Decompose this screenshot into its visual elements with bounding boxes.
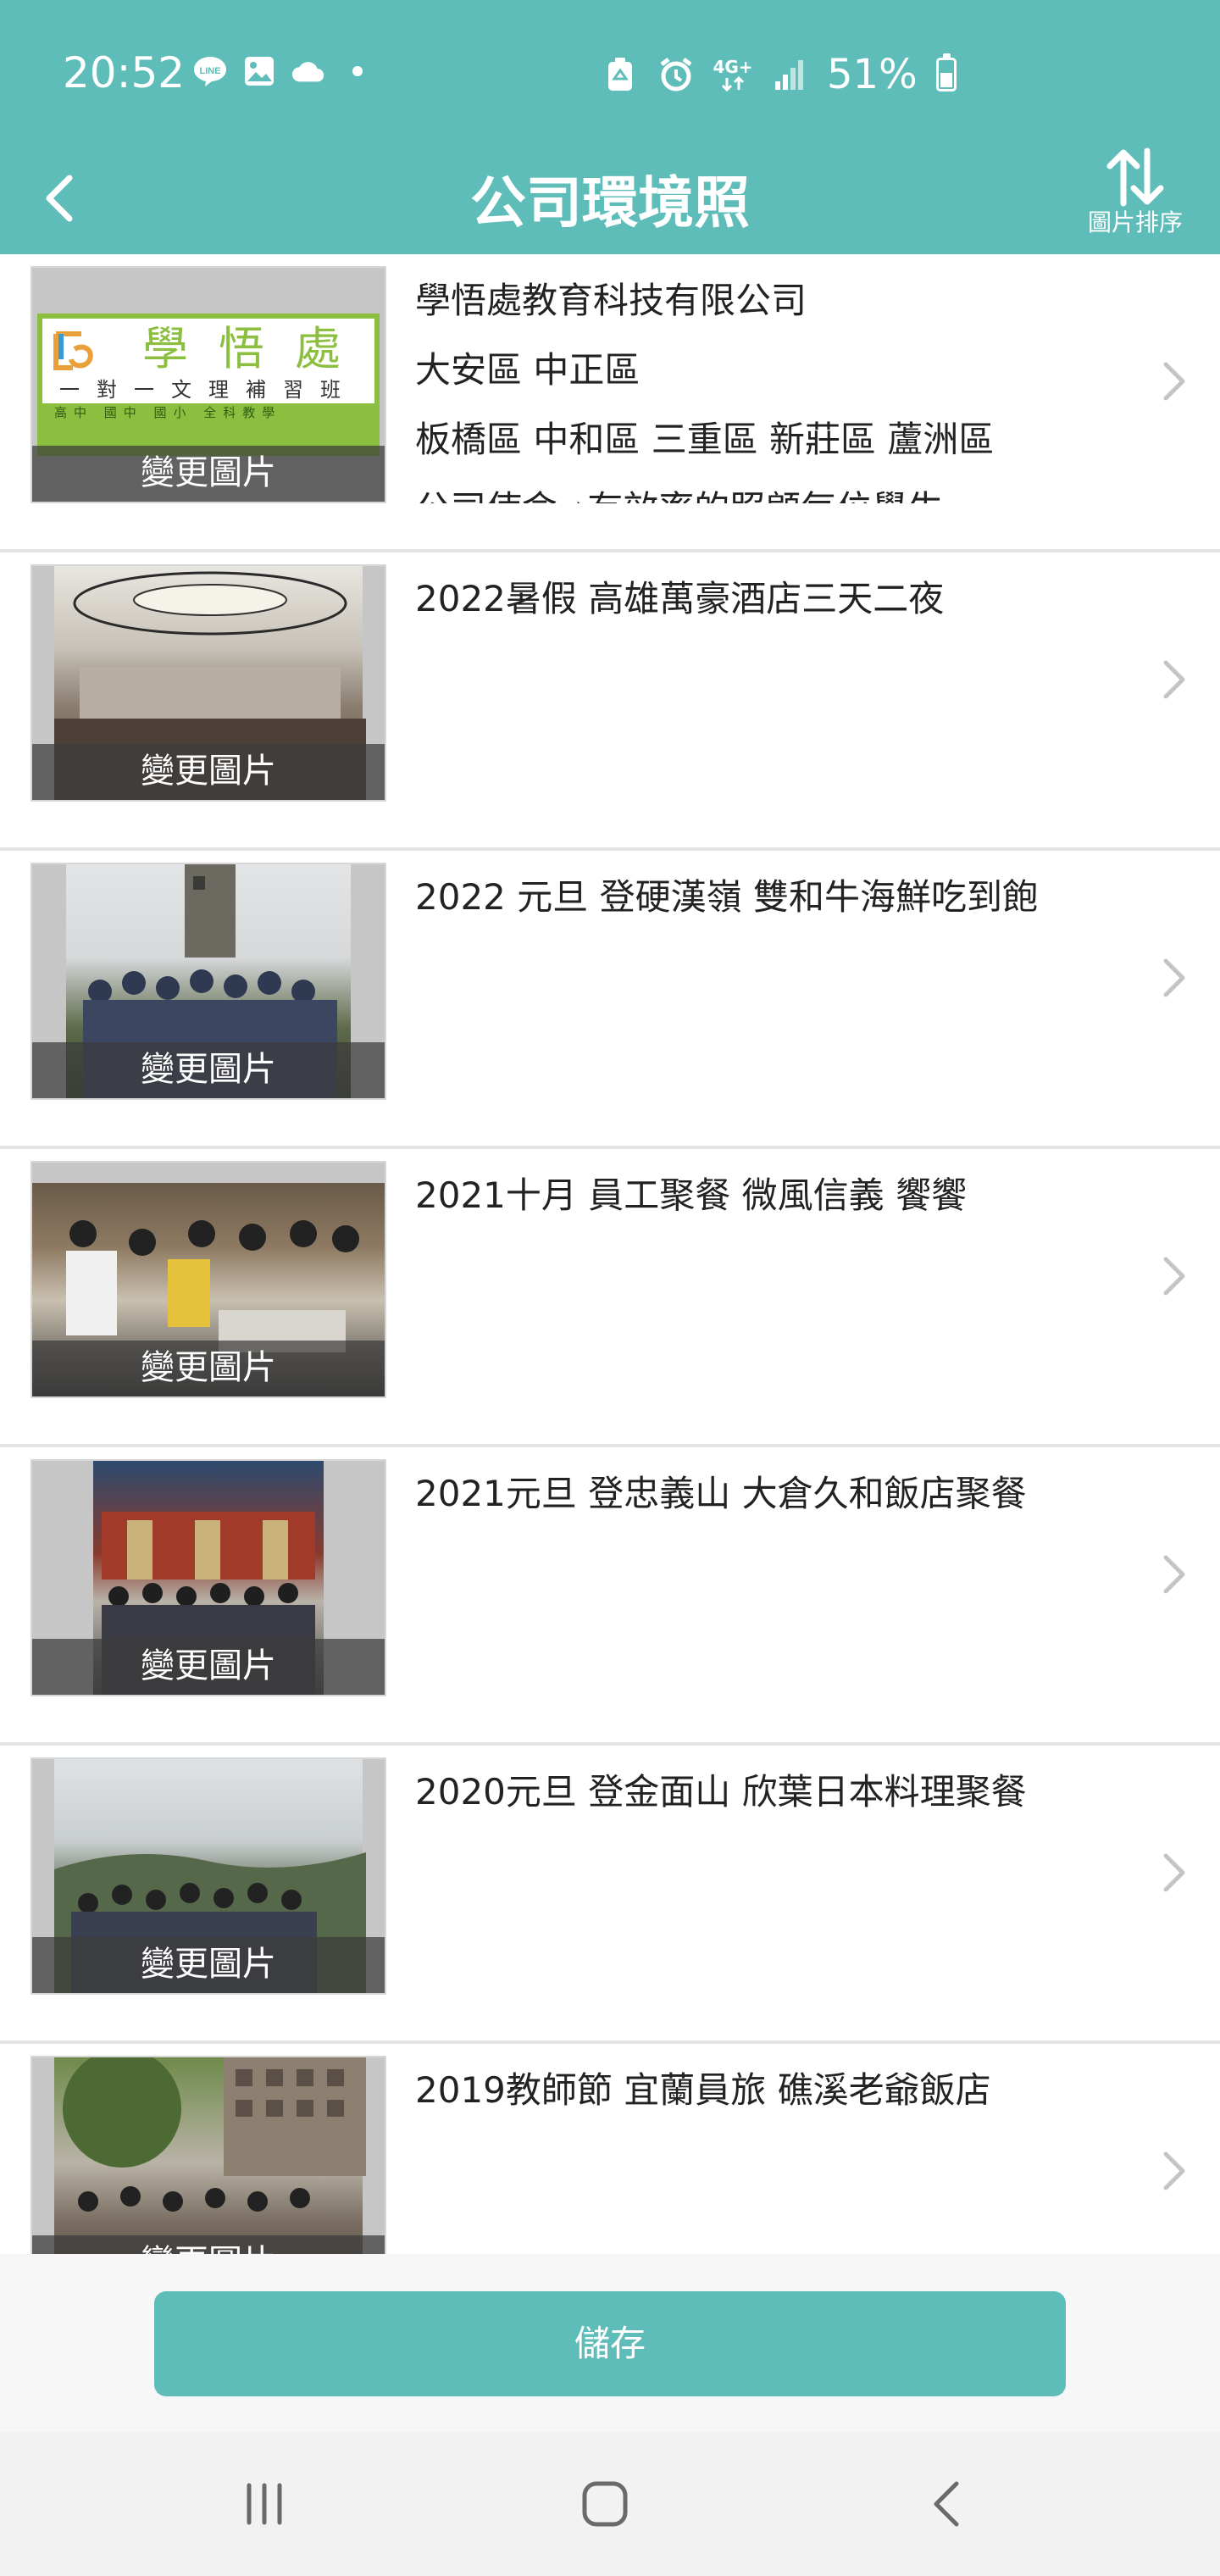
status-time: 20:52 bbox=[63, 48, 186, 97]
chevron-right-icon bbox=[1163, 1257, 1185, 1296]
thumbnail[interactable]: 變更圖片 bbox=[30, 1757, 386, 1995]
row-description: 2019教師節 宜蘭員旅 礁溪老爺飯店 bbox=[415, 2056, 1127, 2254]
change-image-button[interactable]: 變更圖片 bbox=[32, 744, 385, 800]
4g-icon: 4G+ bbox=[713, 56, 753, 93]
system-status-icons: 4G+ 51% bbox=[602, 51, 957, 98]
thumbnail[interactable]: 變更圖片 bbox=[30, 863, 386, 1100]
row-description: 2022 元旦 登硬漢嶺 雙和牛海鮮吃到飽 bbox=[415, 863, 1127, 1100]
row-description: 2022暑假 高雄萬豪酒店三天二夜 bbox=[415, 564, 1127, 802]
battery-percent: 51% bbox=[827, 51, 918, 98]
app-header: 公司環境照 圖片排序 bbox=[0, 144, 1220, 254]
gallery-icon bbox=[241, 53, 278, 90]
list-item[interactable]: 變更圖片 2021十月 員工聚餐 微風信義 饗饗 bbox=[0, 1149, 1220, 1447]
change-image-button[interactable]: 變更圖片 bbox=[32, 2235, 385, 2254]
change-image-button[interactable]: 變更圖片 bbox=[32, 1639, 385, 1695]
change-image-button[interactable]: 變更圖片 bbox=[32, 1341, 385, 1396]
row-title: 2019教師節 宜蘭員旅 礁溪老爺飯店 bbox=[415, 2069, 991, 2111]
logo-panel: 學悟處 一對一文理補習班 bbox=[42, 319, 374, 403]
thumbnail[interactable]: 變更圖片 bbox=[30, 1161, 386, 1398]
list-item[interactable]: 變更圖片 2019教師節 宜蘭員旅 礁溪老爺飯店 bbox=[0, 2044, 1220, 2254]
notification-icons: LINE bbox=[191, 53, 376, 90]
alarm-icon bbox=[657, 56, 695, 93]
recent-apps-button[interactable] bbox=[214, 2466, 315, 2542]
logo-brand-text: 學悟處 bbox=[142, 322, 371, 375]
system-nav-bar bbox=[0, 2432, 1220, 2576]
company-logo-image: 學悟處 一對一文理補習班 高中 國中 國小 全科教學 bbox=[37, 314, 380, 456]
chevron-right-icon bbox=[1163, 2151, 1185, 2190]
list-item[interactable]: 變更圖片 2021元旦 登忠義山 大倉久和飯店聚餐 bbox=[0, 1447, 1220, 1746]
list-item[interactable]: 變更圖片 2020元旦 登金面山 欣葉日本料理聚餐 bbox=[0, 1746, 1220, 2044]
thumbnail[interactable]: 變更圖片 bbox=[30, 2056, 386, 2254]
row-title: 2022 元旦 登硬漢嶺 雙和牛海鮮吃到飽 bbox=[415, 876, 1038, 918]
row-description: 學悟處教育科技有限公司 大安區 中正區 板橋區 中和區 三重區 新莊區 蘆洲區 … bbox=[415, 266, 1127, 503]
chevron-right-icon bbox=[1163, 660, 1185, 699]
system-back-button[interactable] bbox=[895, 2466, 996, 2542]
row-description: 2021元旦 登忠義山 大倉久和飯店聚餐 bbox=[415, 1459, 1127, 1696]
svg-text:LINE: LINE bbox=[199, 66, 220, 76]
change-image-button[interactable]: 變更圖片 bbox=[32, 1937, 385, 1993]
home-button[interactable] bbox=[554, 2466, 656, 2542]
sort-label: 圖片排序 bbox=[1087, 208, 1183, 236]
battery-icon bbox=[935, 53, 957, 92]
logo-mark-icon bbox=[49, 325, 100, 376]
list-item[interactable]: 變更圖片 2022暑假 高雄萬豪酒店三天二夜 bbox=[0, 552, 1220, 851]
list-item[interactable]: 學悟處 一對一文理補習班 高中 國中 國小 全科教學 變更圖片 學悟處教育科技有… bbox=[0, 254, 1220, 552]
photo-list: 學悟處 一對一文理補習班 高中 國中 國小 全科教學 變更圖片 學悟處教育科技有… bbox=[0, 254, 1220, 2254]
chevron-right-icon bbox=[1163, 958, 1185, 997]
row-title: 2020元旦 登金面山 欣葉日本料理聚餐 bbox=[415, 1771, 1027, 1813]
signal-icon bbox=[771, 56, 808, 93]
row-title: 2021元旦 登忠義山 大倉久和飯店聚餐 bbox=[415, 1473, 1027, 1514]
thumbnail[interactable]: 變更圖片 bbox=[30, 1459, 386, 1696]
back-icon bbox=[934, 2481, 959, 2527]
chevron-right-icon bbox=[1163, 362, 1185, 401]
row-title: 學悟處教育科技有限公司 bbox=[415, 280, 807, 321]
row-subtitle: 大安區 中正區 bbox=[415, 349, 640, 391]
row-description: 2021十月 員工聚餐 微風信義 饗饗 bbox=[415, 1161, 1127, 1398]
change-image-button[interactable]: 變更圖片 bbox=[32, 446, 385, 502]
thumbnail[interactable]: 學悟處 一對一文理補習班 高中 國中 國小 全科教學 變更圖片 bbox=[30, 266, 386, 503]
logo-footer: 高中 國中 國小 全科教學 bbox=[54, 405, 282, 420]
row-description: 2020元旦 登金面山 欣葉日本料理聚餐 bbox=[415, 1757, 1127, 1995]
row-subtitle: 板橋區 中和區 三重區 新莊區 蘆洲區 bbox=[415, 419, 995, 460]
dot-icon bbox=[339, 53, 376, 90]
list-item[interactable]: 變更圖片 2022 元旦 登硬漢嶺 雙和牛海鮮吃到飽 bbox=[0, 851, 1220, 1149]
cloud-icon bbox=[290, 53, 327, 90]
page-title: 公司環境照 bbox=[470, 170, 750, 236]
sort-images-button[interactable]: 圖片排序 bbox=[1068, 144, 1203, 254]
save-button[interactable]: 儲存 bbox=[154, 2291, 1066, 2396]
network-label: 4G+ bbox=[713, 57, 753, 77]
row-subtitle: 公司使命➡有效率的照顧每位學生 bbox=[415, 475, 1127, 503]
recycle-icon bbox=[602, 56, 639, 93]
home-icon bbox=[582, 2481, 628, 2527]
sort-icon bbox=[1106, 147, 1164, 207]
change-image-button[interactable]: 變更圖片 bbox=[32, 1042, 385, 1098]
row-title: 2022暑假 高雄萬豪酒店三天二夜 bbox=[415, 578, 945, 619]
thumbnail[interactable]: 變更圖片 bbox=[30, 564, 386, 802]
chevron-right-icon bbox=[1163, 1555, 1185, 1594]
hotel-group-photo bbox=[54, 2057, 366, 2254]
battery-fill bbox=[940, 72, 952, 87]
logo-tagline: 一對一文理補習班 bbox=[59, 378, 358, 402]
status-bar: 20:52 LINE 4G+ 51% bbox=[0, 0, 1220, 144]
row-title: 2021十月 員工聚餐 微風信義 饗饗 bbox=[415, 1174, 967, 1216]
recent-apps-icon bbox=[247, 2483, 282, 2525]
save-area: 儲存 bbox=[0, 2254, 1220, 2432]
line-icon: LINE bbox=[191, 53, 229, 90]
chevron-right-icon bbox=[1163, 1853, 1185, 1892]
